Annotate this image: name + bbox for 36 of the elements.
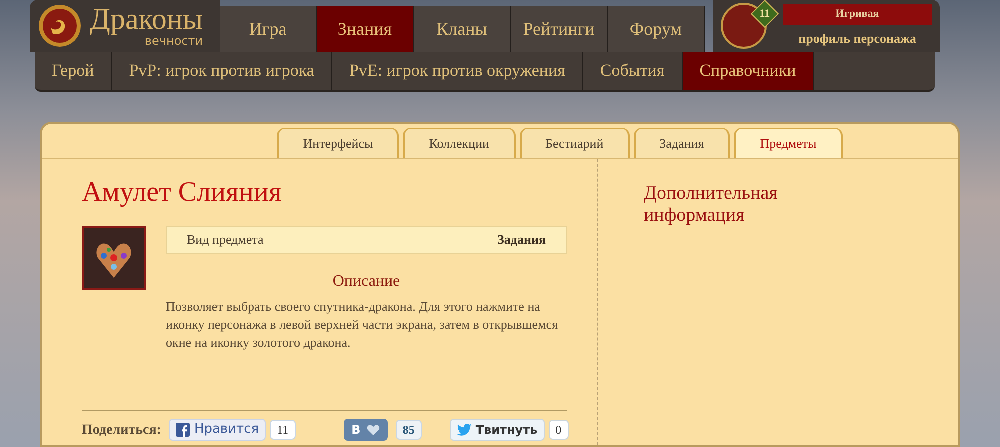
logo-title: Драконы bbox=[90, 5, 204, 35]
sub-nav-tab[interactable]: Герой bbox=[35, 52, 112, 90]
vk-like-button[interactable]: В bbox=[344, 419, 388, 441]
nav-tab[interactable]: Кланы bbox=[414, 6, 511, 52]
item-description: Позволяет выбрать своего спутника-дракона. Для этого нажмите на иконку персонажа в левой верхней части экрана, затем в открывшемся окне на иконку золотого дракона. bbox=[166, 298, 560, 352]
sub-nav-tab[interactable]: PvP: игрок против игрока bbox=[112, 52, 332, 90]
category-tab[interactable]: Интерфейсы bbox=[277, 128, 400, 158]
dragon-emblem-icon bbox=[38, 4, 82, 48]
item-title: Амулет Слияния bbox=[82, 176, 283, 210]
share-label: Поделиться: bbox=[82, 422, 162, 440]
category-tab[interactable]: Коллекции bbox=[403, 128, 516, 158]
character-name: Игривая bbox=[783, 4, 932, 24]
share-count: 85 bbox=[396, 420, 422, 440]
profile-link[interactable]: профиль персонажа bbox=[783, 28, 932, 48]
category-tab[interactable]: Предметы bbox=[734, 128, 843, 158]
bird-icon bbox=[456, 424, 472, 436]
sub-nav-tab[interactable]: PvE: игрок против окружения bbox=[332, 52, 584, 90]
nav-tab[interactable]: Форум bbox=[608, 6, 705, 52]
facebook-icon bbox=[176, 423, 190, 437]
share-count: 11 bbox=[270, 420, 296, 440]
sidebar-title: Дополнительная информация bbox=[644, 183, 779, 227]
category-tab[interactable]: Бестиарий bbox=[520, 128, 630, 158]
description-heading: Описание bbox=[332, 272, 402, 292]
category-tab[interactable]: Задания bbox=[634, 128, 730, 158]
tweet-button[interactable]: Твитнуть bbox=[450, 419, 545, 441]
item-type-label: Вид предмета bbox=[187, 231, 264, 250]
nav-tab[interactable]: Знания bbox=[317, 6, 414, 52]
share-count: 0 bbox=[548, 420, 569, 440]
like-button[interactable]: Нравится bbox=[169, 419, 266, 441]
logo-subtitle: вечности bbox=[144, 35, 204, 47]
item-type-value: Задания bbox=[498, 231, 546, 250]
logo[interactable]: Драконы вечности bbox=[30, 0, 220, 52]
nav-tab[interactable]: Игра bbox=[220, 6, 317, 52]
sub-nav-tab[interactable]: Справочники bbox=[682, 52, 814, 90]
nav-tab[interactable]: Рейтинги bbox=[511, 6, 608, 52]
heart-icon bbox=[366, 424, 380, 436]
